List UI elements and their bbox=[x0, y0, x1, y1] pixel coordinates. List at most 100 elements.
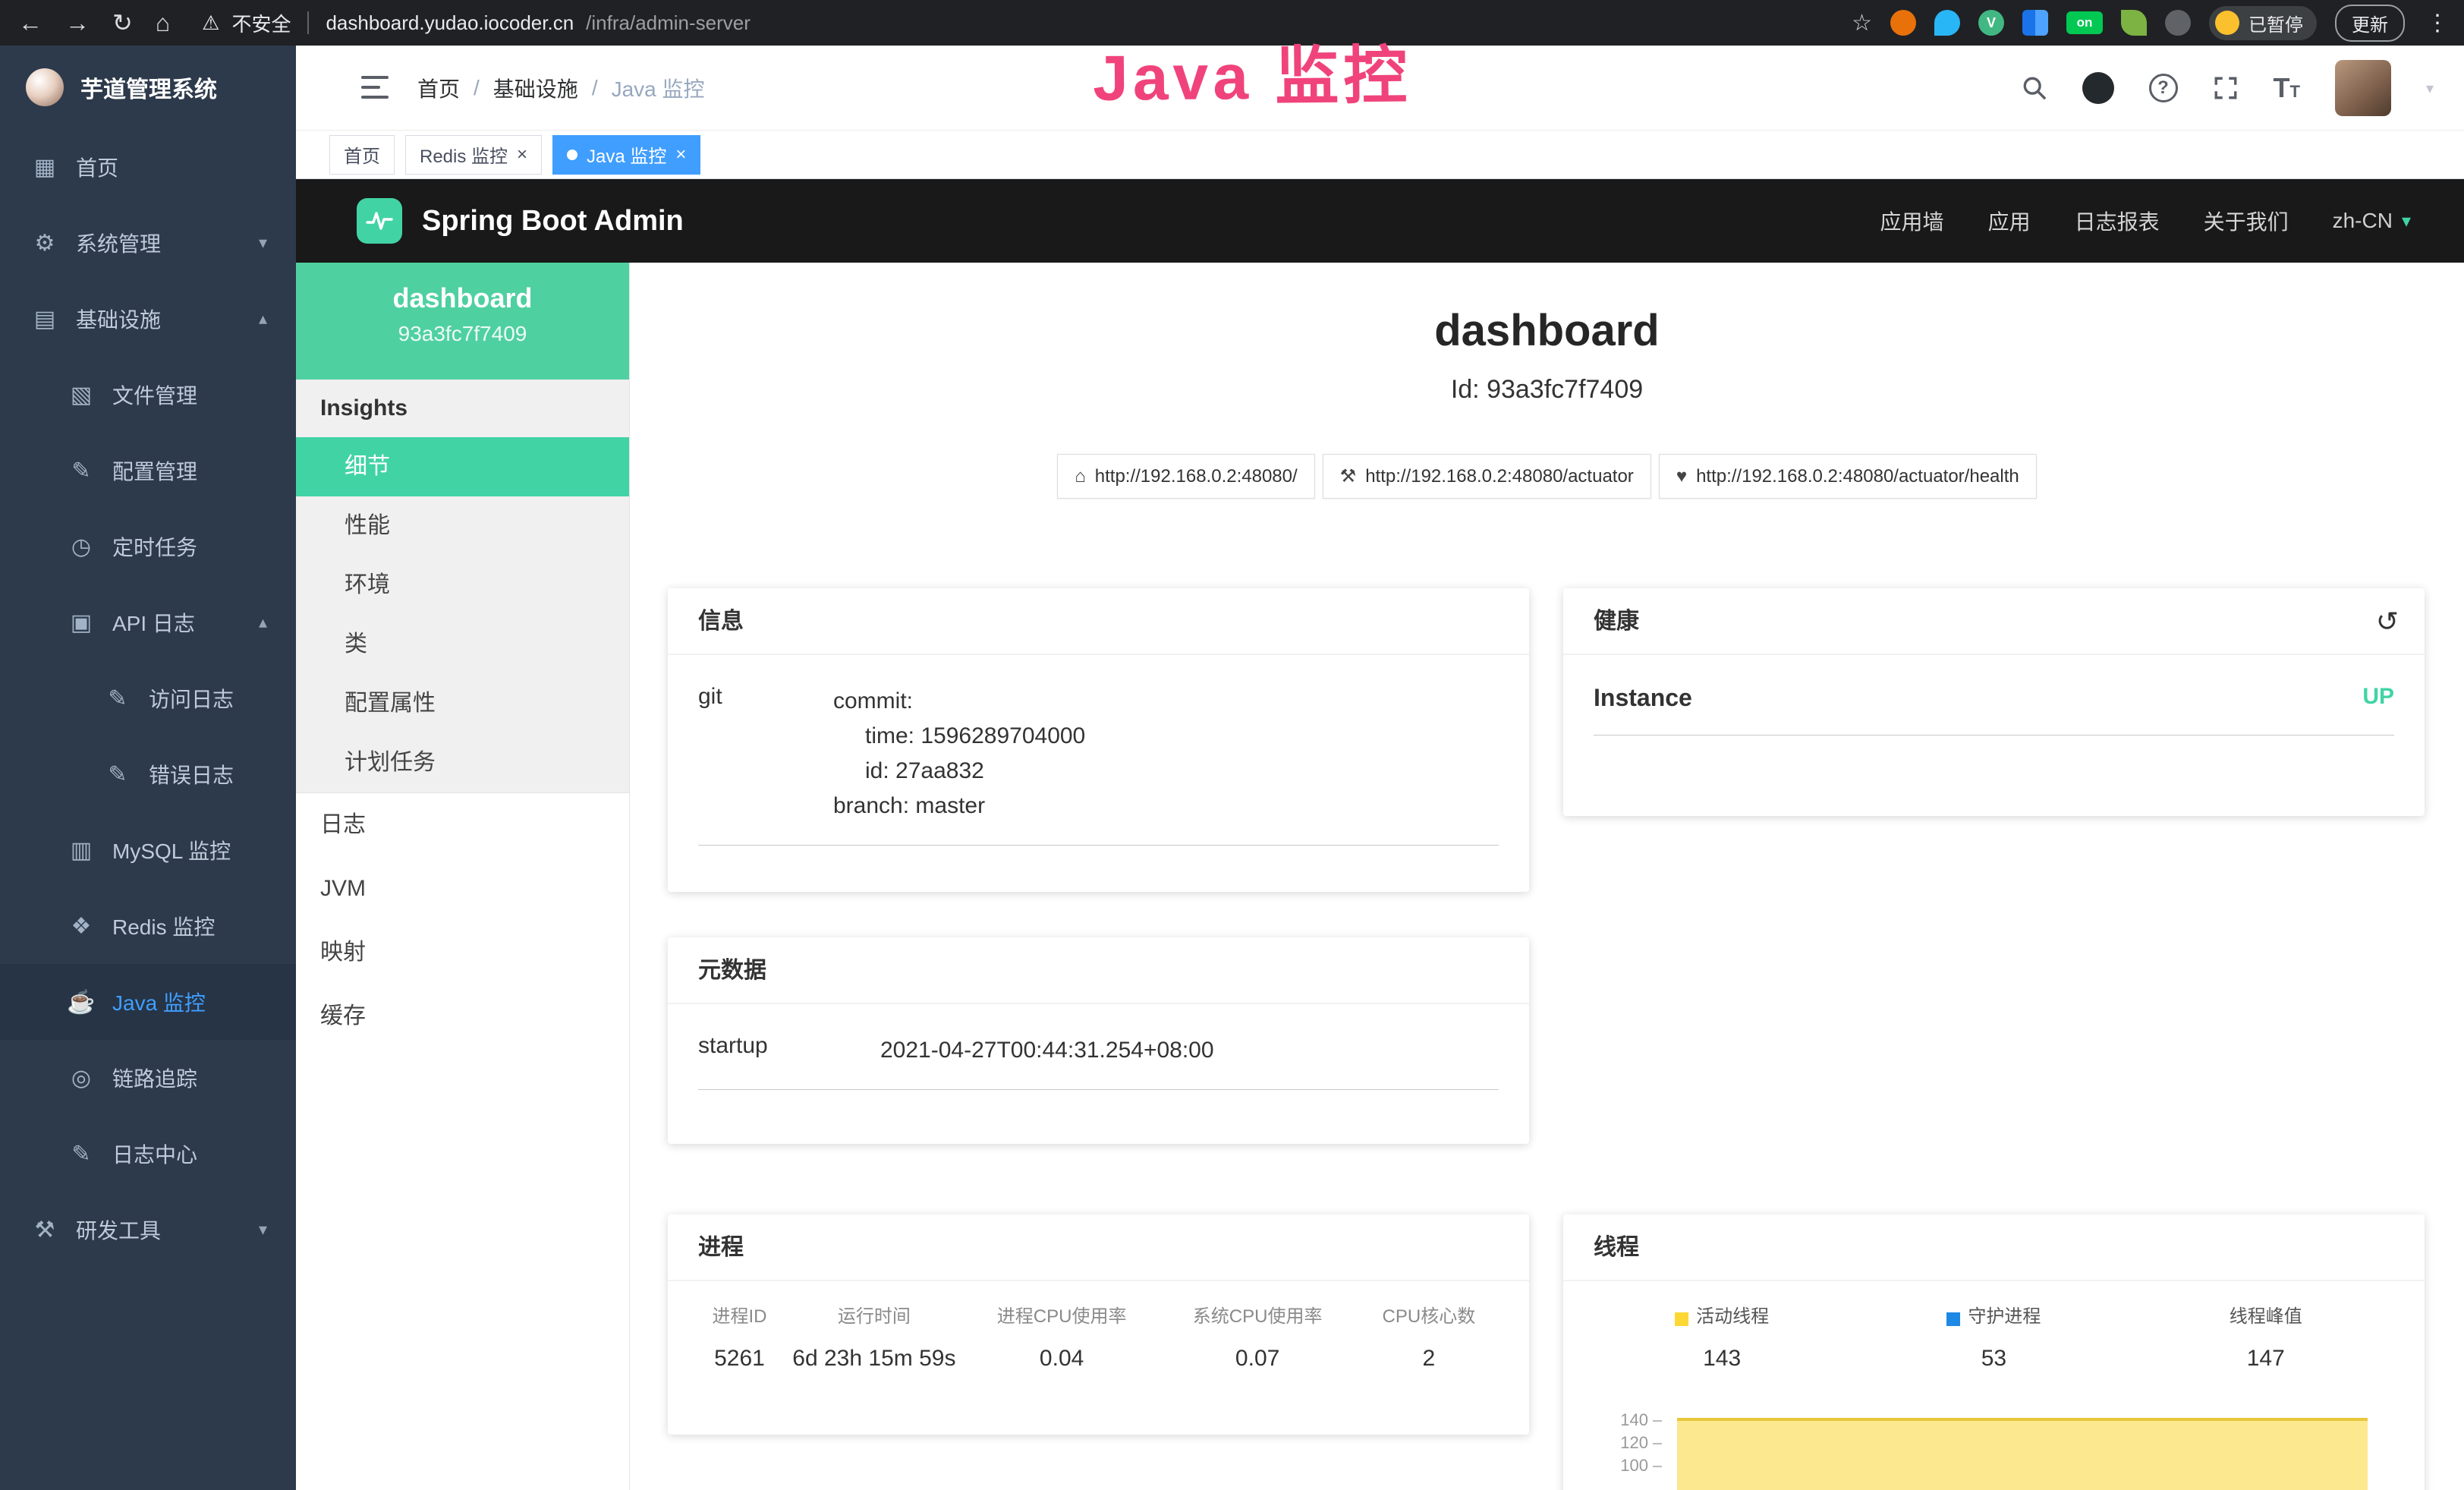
extension-drop-icon[interactable] bbox=[1934, 10, 1960, 36]
breadcrumb-infra[interactable]: 基础设施 bbox=[493, 73, 578, 103]
sidebar-item-jobs[interactable]: ◷定时任务 bbox=[0, 509, 296, 584]
app-logo-row[interactable]: 芋道管理系统 bbox=[0, 46, 296, 129]
log-center-icon: ✎ bbox=[67, 1141, 96, 1167]
sba-nav-applications[interactable]: 应用 bbox=[1988, 206, 2031, 236]
github-icon[interactable] bbox=[2082, 72, 2114, 104]
redis-icon: ❖ bbox=[67, 913, 96, 940]
tab-home[interactable]: 首页 bbox=[329, 135, 395, 175]
info-card: 信息 git commit: time: 1596289704000 id: 2… bbox=[668, 588, 1529, 892]
insights-section-title: Insights bbox=[296, 380, 629, 437]
side-item-jvm[interactable]: JVM bbox=[296, 857, 629, 921]
chrome-update-button[interactable]: 更新 bbox=[2335, 5, 2405, 42]
annotation-java-monitor: Java 监控 bbox=[1092, 24, 1411, 119]
sidebar-item-redis[interactable]: ❖Redis 监控 bbox=[0, 888, 296, 964]
process-card-title: 进程 bbox=[668, 1214, 1529, 1281]
side-item-caches[interactable]: 缓存 bbox=[296, 984, 629, 1048]
api-log-icon: ▣ bbox=[67, 610, 96, 636]
sidebar-item-java-monitor[interactable]: ☕Java 监控 bbox=[0, 964, 296, 1040]
sidebar-item-access-log[interactable]: ✎访问日志 bbox=[0, 660, 296, 736]
side-item-beans[interactable]: 类 bbox=[296, 615, 629, 674]
info-card-title: 信息 bbox=[668, 588, 1529, 655]
git-row: git commit: time: 1596289704000 id: 27aa… bbox=[698, 684, 1499, 846]
close-icon[interactable]: × bbox=[675, 144, 686, 165]
spring-boot-admin-logo bbox=[357, 198, 402, 244]
side-item-loggers[interactable]: 日志 bbox=[296, 793, 629, 857]
sidebar-item-system[interactable]: ⚙系统管理▾ bbox=[0, 205, 296, 281]
instance-link-root[interactable]: ⌂http://192.168.0.2:48080/ bbox=[1057, 454, 1314, 499]
side-item-environment[interactable]: 环境 bbox=[296, 556, 629, 615]
instance-link-actuator[interactable]: ⚒http://192.168.0.2:48080/actuator bbox=[1323, 454, 1651, 499]
sidebar-item-devtools[interactable]: ⚒研发工具▾ bbox=[0, 1192, 296, 1268]
close-icon[interactable]: × bbox=[517, 144, 527, 165]
security-label: 不安全 bbox=[231, 9, 291, 37]
locale-selector[interactable]: zh-CN▾ bbox=[2333, 209, 2411, 233]
extensions-puzzle-icon[interactable] bbox=[2165, 10, 2191, 36]
breadcrumb-separator: / bbox=[474, 76, 480, 100]
help-icon[interactable]: ? bbox=[2149, 74, 2178, 102]
history-icon[interactable]: ↺ bbox=[2376, 588, 2399, 655]
health-card-header: 健康 ↺ bbox=[1563, 588, 2425, 655]
side-item-config-props[interactable]: 配置属性 bbox=[296, 674, 629, 733]
avatar[interactable] bbox=[2335, 60, 2391, 116]
sidebar-item-mysql[interactable]: ▥MySQL 监控 bbox=[0, 812, 296, 888]
process-col: 进程ID5261 bbox=[691, 1301, 788, 1372]
home-icon[interactable]: ⌂ bbox=[156, 9, 170, 37]
sidebar-item-home[interactable]: ▦首页 bbox=[0, 129, 296, 205]
tab-java-monitor[interactable]: Java 监控× bbox=[552, 135, 700, 175]
tab-redis-monitor[interactable]: Redis 监控× bbox=[405, 135, 542, 175]
app-logo bbox=[26, 68, 64, 106]
browser-menu-icon[interactable]: ⋮ bbox=[2426, 10, 2449, 36]
sba-body: dashboard 93a3fc7f7409 Insights 细节 性能 环境… bbox=[296, 263, 2464, 1490]
vue-devtools-icon[interactable]: V bbox=[1978, 10, 2004, 36]
side-item-metrics[interactable]: 性能 bbox=[296, 496, 629, 556]
sidebar-item-files[interactable]: ▧文件管理 bbox=[0, 357, 296, 433]
side-item-scheduled-tasks[interactable]: 计划任务 bbox=[296, 733, 629, 792]
side-item-details[interactable]: 细节 bbox=[296, 437, 629, 496]
sidebar-item-tracing[interactable]: ◎链路追踪 bbox=[0, 1040, 296, 1116]
process-col: 运行时间6d 23h 15m 59s bbox=[788, 1301, 960, 1372]
bookmark-star-icon[interactable]: ☆ bbox=[1852, 10, 1872, 36]
sidebar-item-error-log[interactable]: ✎错误日志 bbox=[0, 736, 296, 812]
extension-icon[interactable] bbox=[1890, 10, 1916, 36]
active-dot bbox=[567, 150, 577, 160]
sba-nav: 应用墙 应用 日志报表 关于我们 zh-CN▾ bbox=[1880, 206, 2411, 236]
profile-paused-badge[interactable]: 已暂停 bbox=[2209, 6, 2317, 40]
leaf-extension-icon[interactable] bbox=[2121, 10, 2147, 36]
side-item-mappings[interactable]: 映射 bbox=[296, 921, 629, 984]
process-col: 系统CPU使用率0.07 bbox=[1164, 1301, 1352, 1372]
sba-nav-about[interactable]: 关于我们 bbox=[2204, 206, 2289, 236]
back-icon[interactable]: ← bbox=[18, 9, 42, 37]
app-title: 芋道管理系统 bbox=[80, 71, 217, 104]
fullscreen-icon[interactable] bbox=[2213, 75, 2239, 101]
hamburger-icon[interactable] bbox=[361, 76, 389, 99]
infrastructure-icon: ▤ bbox=[30, 306, 59, 332]
gear-icon: ⚙ bbox=[30, 230, 59, 257]
sba-nav-wall[interactable]: 应用墙 bbox=[1880, 206, 1944, 236]
chevron-down-icon: ▾ bbox=[259, 1220, 267, 1240]
chevron-up-icon: ▴ bbox=[259, 309, 267, 329]
main-frame: 首页 / 基础设施 / Java 监控 ? TT ▾ 首页 Redis 监控× … bbox=[296, 46, 2464, 1490]
sba-nav-journal[interactable]: 日志报表 bbox=[2075, 206, 2160, 236]
sidebar-item-api-log[interactable]: ▣API 日志▴ bbox=[0, 584, 296, 660]
instance-link-health[interactable]: ♥http://192.168.0.2:48080/actuator/healt… bbox=[1659, 454, 2037, 499]
breadcrumb-home[interactable]: 首页 bbox=[417, 73, 460, 103]
breadcrumb-separator: / bbox=[592, 76, 598, 100]
page-title: dashboard bbox=[630, 305, 2464, 356]
switch-on-icon[interactable]: on bbox=[2066, 11, 2103, 34]
sba-brand-title: Spring Boot Admin bbox=[422, 205, 684, 238]
forward-icon[interactable]: → bbox=[65, 9, 90, 37]
warning-icon: ⚠ bbox=[202, 11, 219, 35]
threads-legend: 活动线程143 守护进程53 线程峰值147 bbox=[1563, 1281, 2425, 1397]
avatar-caret-icon[interactable]: ▾ bbox=[2426, 79, 2434, 98]
sidebar-item-config[interactable]: ✎配置管理 bbox=[0, 433, 296, 509]
address-bar[interactable]: ⚠ 不安全 dashboard.yudao.iocoder.cn/infra/a… bbox=[202, 9, 751, 37]
chevron-up-icon: ▴ bbox=[259, 613, 267, 632]
font-size-icon[interactable]: TT bbox=[2274, 72, 2300, 104]
refresh-icon[interactable]: ↻ bbox=[112, 8, 133, 37]
sidebar-item-infra[interactable]: ▤基础设施▴ bbox=[0, 281, 296, 357]
sidebar-item-log-center[interactable]: ✎日志中心 bbox=[0, 1116, 296, 1192]
extension-grid-icon[interactable] bbox=[2022, 10, 2048, 36]
admin-sidebar: 芋道管理系统 ▦首页 ⚙系统管理▾ ▤基础设施▴ ▧文件管理 ✎配置管理 ◷定时… bbox=[0, 46, 296, 1490]
startup-key: startup bbox=[698, 1033, 880, 1068]
search-icon[interactable] bbox=[2022, 75, 2047, 101]
